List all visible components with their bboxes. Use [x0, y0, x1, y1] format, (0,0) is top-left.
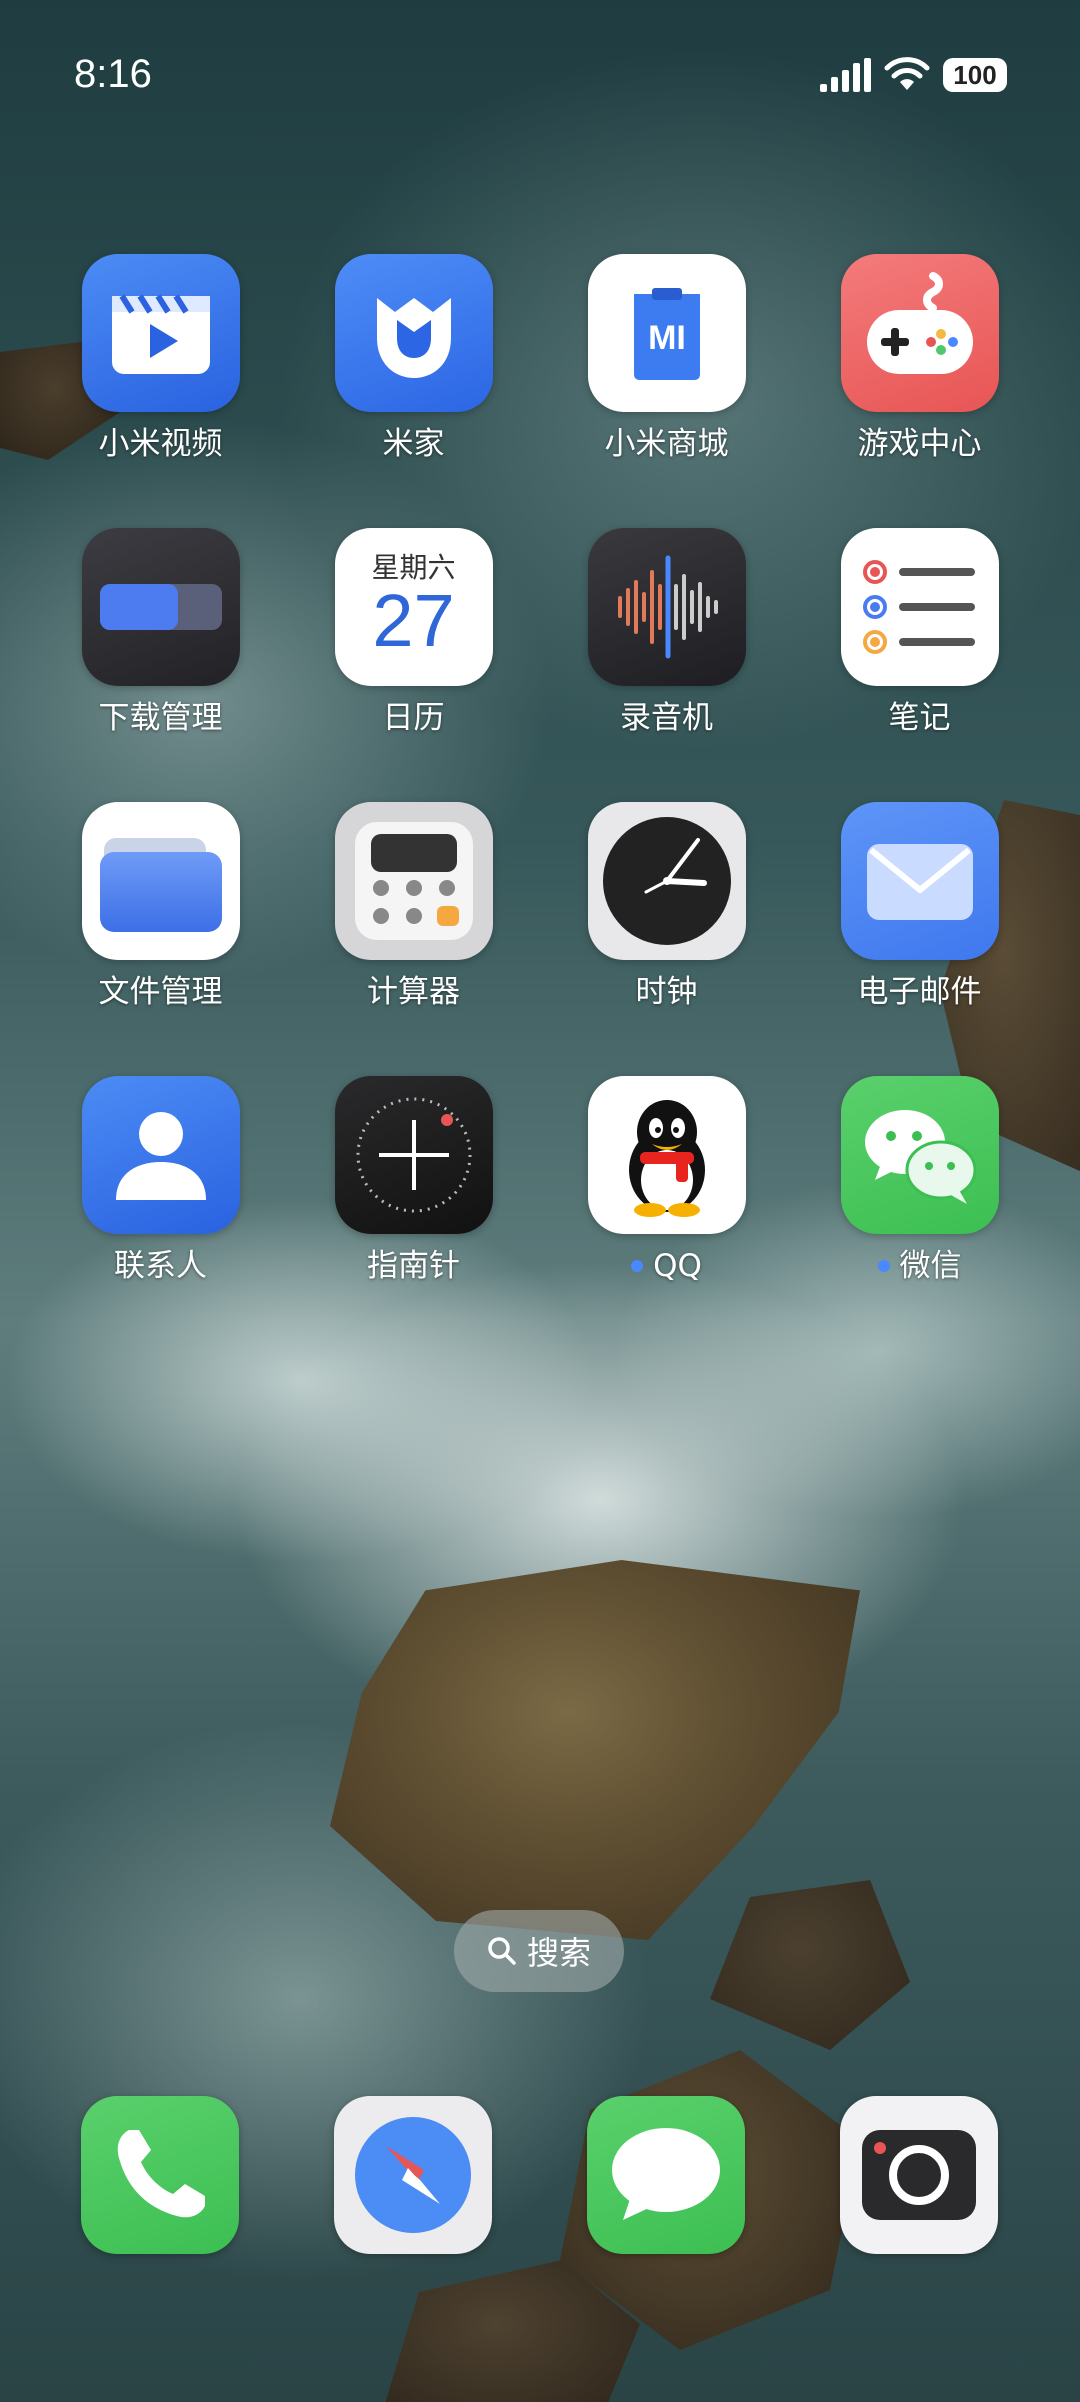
compass-icon — [334, 1076, 493, 1234]
app-download-manager[interactable]: 下载管理 — [34, 528, 287, 738]
app-label: 录音机 — [620, 700, 713, 736]
app-label: 小米商城 — [604, 426, 729, 462]
battery-icon: 100 — [943, 58, 1007, 92]
app-mi-video[interactable]: 小米视频 — [34, 254, 287, 464]
mail-icon — [840, 802, 999, 960]
search-icon — [488, 1937, 516, 1965]
app-mi-store[interactable]: MI 小米商城 — [540, 254, 793, 464]
signal-icon — [820, 58, 871, 92]
wifi-icon — [884, 57, 930, 90]
mijia-icon — [334, 254, 493, 412]
app-mijia[interactable]: 米家 — [287, 254, 540, 464]
calculator-icon — [334, 802, 493, 960]
messages-icon[interactable] — [587, 2096, 745, 2254]
app-game-center[interactable]: 游戏中心 — [793, 254, 1046, 464]
app-contacts[interactable]: 联系人 — [34, 1076, 287, 1286]
app-file-manager[interactable]: 文件管理 — [34, 802, 287, 1012]
recorder-icon — [587, 528, 746, 686]
app-qq[interactable]: QQ — [540, 1076, 793, 1286]
camera-icon[interactable] — [840, 2096, 998, 2254]
clock-icon — [587, 802, 746, 960]
search-label: 搜索 — [526, 1934, 591, 1972]
app-label: 联系人 — [114, 1248, 207, 1284]
app-compass[interactable]: 指南针 — [287, 1076, 540, 1286]
download-manager-icon — [81, 528, 240, 686]
app-calculator[interactable]: 计算器 — [287, 802, 540, 1012]
wechat-icon — [840, 1076, 999, 1234]
notification-dot — [877, 1260, 890, 1272]
notification-dot — [631, 1260, 644, 1272]
app-email[interactable]: 电子邮件 — [793, 802, 1046, 1012]
svg-text:MI: MI — [648, 319, 686, 357]
calendar-day: 27 — [372, 579, 455, 662]
gamepad-icon — [840, 254, 999, 412]
app-label: 下载管理 — [98, 700, 223, 736]
search-button[interactable]: 搜索 — [454, 1910, 624, 1992]
mi-store-icon: MI — [587, 254, 746, 412]
app-label: 日历 — [382, 700, 445, 736]
contacts-icon — [81, 1076, 240, 1234]
video-icon — [81, 254, 240, 412]
folder-icon — [81, 802, 240, 960]
notes-icon — [840, 528, 999, 686]
app-wechat[interactable]: 微信 — [793, 1076, 1046, 1286]
browser-compass-icon[interactable] — [334, 2096, 492, 2254]
app-label: 电子邮件 — [857, 974, 982, 1010]
app-label: 笔记 — [888, 700, 951, 736]
app-recorder[interactable]: 录音机 — [540, 528, 793, 738]
app-label: 游戏中心 — [857, 426, 982, 462]
app-calendar[interactable]: 星期六 27 日历 — [287, 528, 540, 738]
status-time: 8:16 — [74, 52, 152, 96]
app-notes[interactable]: 笔记 — [793, 528, 1046, 738]
app-label: 文件管理 — [98, 974, 223, 1010]
app-label: 指南针 — [367, 1248, 460, 1284]
app-clock[interactable]: 时钟 — [540, 802, 793, 1012]
status-bar: 8:16 100 — [0, 0, 1080, 150]
qq-penguin-icon — [587, 1076, 746, 1234]
phone-icon[interactable] — [81, 2096, 239, 2254]
app-label: 时钟 — [635, 974, 698, 1010]
app-label: 米家 — [382, 426, 445, 462]
app-label: 微信 — [899, 1248, 962, 1284]
app-label: 小米视频 — [98, 426, 223, 462]
app-label: QQ — [653, 1248, 702, 1284]
app-label: 计算器 — [367, 974, 460, 1010]
calendar-icon: 星期六 27 — [334, 528, 493, 686]
